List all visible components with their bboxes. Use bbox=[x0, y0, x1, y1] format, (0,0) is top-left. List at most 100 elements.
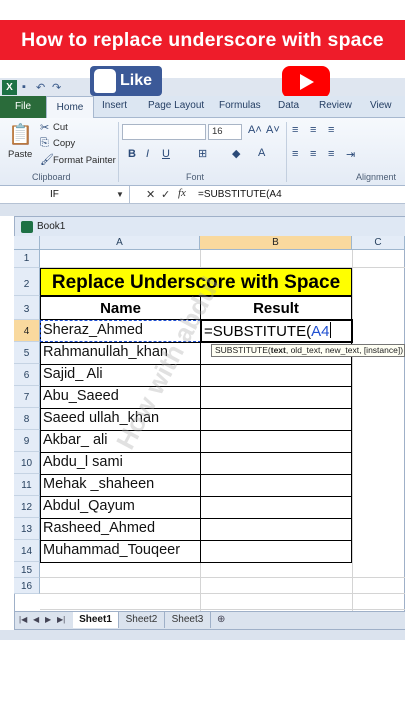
tab-sheet3[interactable]: Sheet3 bbox=[165, 612, 211, 628]
row-header-8[interactable]: 8 bbox=[14, 408, 40, 430]
row-header-9[interactable]: 9 bbox=[14, 430, 40, 452]
align-middle-icon[interactable]: ≡ bbox=[310, 124, 316, 136]
insert-function-icon[interactable]: fx bbox=[178, 187, 186, 199]
result-cell[interactable] bbox=[200, 430, 352, 453]
tab-insert[interactable]: Insert bbox=[102, 100, 127, 111]
result-cell[interactable] bbox=[200, 518, 352, 541]
tab-page-layout[interactable]: Page Layout bbox=[148, 100, 204, 111]
underline-icon[interactable]: U bbox=[162, 148, 170, 160]
tooltip-other-args: , old_text, new_text, [instance]) bbox=[285, 345, 404, 355]
cut-button[interactable]: Cut bbox=[53, 122, 68, 133]
bold-icon[interactable]: B bbox=[128, 148, 136, 160]
font-group-label: Font bbox=[186, 172, 205, 182]
format-painter-icon[interactable]: 🖌 bbox=[40, 153, 54, 166]
formula-function: =SUBSTITUTE( bbox=[204, 323, 312, 340]
row-header-14[interactable]: 14 bbox=[14, 540, 40, 562]
row-header-16[interactable]: 16 bbox=[14, 578, 40, 594]
cell-formula-text: =SUBSTITUTE(A4 bbox=[204, 322, 332, 340]
select-all-corner[interactable] bbox=[14, 236, 40, 250]
name-cell[interactable]: Abu_Saeed bbox=[41, 388, 200, 404]
format-painter-button[interactable]: Format Painter bbox=[53, 155, 116, 166]
thumbs-up-icon bbox=[94, 69, 116, 93]
row-header-11[interactable]: 11 bbox=[14, 474, 40, 496]
align-bottom-icon[interactable]: ≡ bbox=[328, 124, 334, 136]
result-cell[interactable] bbox=[200, 408, 352, 431]
formula-reference: A4 bbox=[311, 323, 330, 340]
workbook-title-bar: Book1 bbox=[15, 217, 405, 237]
row-header-4[interactable]: 4 bbox=[14, 320, 40, 342]
next-sheet-icon[interactable]: ▶ bbox=[45, 615, 51, 624]
indent-icon[interactable]: ⇥ bbox=[346, 148, 355, 161]
paste-icon[interactable]: 📋 bbox=[8, 122, 33, 147]
name-cell[interactable]: Mehak _shaheen bbox=[41, 476, 200, 492]
function-argument-tooltip[interactable]: SUBSTITUTE(text, old_text, new_text, [in… bbox=[211, 344, 405, 357]
result-cell[interactable] bbox=[200, 496, 352, 519]
ribbon-tabs: File Home Insert Page Layout Formulas Da… bbox=[0, 96, 405, 119]
name-cell[interactable]: Muhammad_Touqeer bbox=[41, 542, 200, 558]
last-sheet-icon[interactable]: ▶| bbox=[57, 615, 65, 624]
tab-home[interactable]: Home bbox=[46, 96, 94, 119]
tab-view[interactable]: View bbox=[370, 100, 392, 111]
window-gap bbox=[0, 204, 405, 216]
name-cell[interactable]: Abdul_Qayum bbox=[41, 498, 200, 514]
tab-file[interactable]: File bbox=[0, 96, 46, 118]
tooltip-current-arg: text bbox=[270, 345, 286, 355]
tab-sheet1[interactable]: Sheet1 bbox=[73, 612, 119, 628]
grow-font-icon[interactable]: A˄ bbox=[248, 124, 262, 136]
borders-icon[interactable]: ⊞ bbox=[198, 147, 207, 160]
undo-icon[interactable]: ↶ bbox=[36, 81, 45, 94]
copy-button[interactable]: Copy bbox=[53, 138, 75, 149]
row-header-10[interactable]: 10 bbox=[14, 452, 40, 474]
quick-access-toolbar: X ▪ ↶ ↷ bbox=[0, 78, 405, 98]
row-header-7[interactable]: 7 bbox=[14, 386, 40, 408]
excel-app-icon[interactable]: X bbox=[2, 80, 17, 95]
row-header-3[interactable]: 3 bbox=[14, 296, 40, 320]
name-cell[interactable]: Rasheed_Ahmed bbox=[41, 520, 200, 536]
tab-sheet2[interactable]: Sheet2 bbox=[119, 612, 165, 628]
redo-icon[interactable]: ↷ bbox=[52, 81, 61, 94]
result-header-cell[interactable]: Result bbox=[200, 296, 352, 320]
save-icon[interactable]: ▪ bbox=[22, 81, 26, 93]
enter-icon[interactable]: ✓ bbox=[161, 188, 170, 201]
align-right-icon[interactable]: ≡ bbox=[328, 148, 334, 160]
name-box[interactable]: IF bbox=[0, 186, 130, 204]
tab-review[interactable]: Review bbox=[319, 100, 352, 111]
paste-button[interactable]: Paste bbox=[8, 149, 32, 160]
column-header-b[interactable]: B bbox=[200, 236, 352, 250]
row-header-15[interactable]: 15 bbox=[14, 562, 40, 578]
row-header-1[interactable]: 1 bbox=[14, 250, 40, 268]
row-header-2[interactable]: 2 bbox=[14, 268, 40, 296]
tab-formulas[interactable]: Formulas bbox=[219, 100, 261, 111]
result-cell[interactable] bbox=[200, 386, 352, 409]
chevron-down-icon[interactable]: ▼ bbox=[116, 190, 124, 199]
italic-icon[interactable]: I bbox=[146, 148, 149, 160]
row-header-6[interactable]: 6 bbox=[14, 364, 40, 386]
row-header-12[interactable]: 12 bbox=[14, 496, 40, 518]
name-cell[interactable]: Abdu_l sami bbox=[41, 454, 200, 470]
gridline bbox=[40, 609, 405, 610]
align-left-icon[interactable]: ≡ bbox=[292, 148, 298, 160]
result-cell[interactable] bbox=[200, 452, 352, 475]
column-header-c[interactable]: C bbox=[352, 236, 405, 250]
font-color-icon[interactable]: A bbox=[258, 147, 265, 159]
tab-data[interactable]: Data bbox=[278, 100, 299, 111]
align-center-icon[interactable]: ≡ bbox=[310, 148, 316, 160]
first-sheet-icon[interactable]: |◀ bbox=[19, 615, 27, 624]
column-header-a[interactable]: A bbox=[40, 236, 200, 250]
align-top-icon[interactable]: ≡ bbox=[292, 124, 298, 136]
result-cell[interactable] bbox=[200, 364, 352, 387]
row-header-13[interactable]: 13 bbox=[14, 518, 40, 540]
font-name-box[interactable] bbox=[122, 124, 206, 140]
result-cell[interactable] bbox=[200, 540, 352, 563]
row-header-5[interactable]: 5 bbox=[14, 342, 40, 364]
result-cell[interactable] bbox=[200, 474, 352, 497]
formula-input[interactable]: =SUBSTITUTE(A4 bbox=[198, 189, 282, 200]
prev-sheet-icon[interactable]: ◀ bbox=[33, 615, 39, 624]
cancel-icon[interactable]: ✕ bbox=[146, 188, 155, 201]
copy-icon[interactable]: ⎘ bbox=[40, 137, 49, 150]
insert-sheet-icon[interactable]: ⊕ bbox=[217, 614, 225, 625]
fill-color-icon[interactable]: ◆ bbox=[232, 147, 240, 160]
font-size-box[interactable]: 16 bbox=[208, 124, 242, 140]
cut-icon[interactable]: ✂ bbox=[40, 121, 49, 134]
shrink-font-icon[interactable]: A˅ bbox=[266, 124, 280, 136]
